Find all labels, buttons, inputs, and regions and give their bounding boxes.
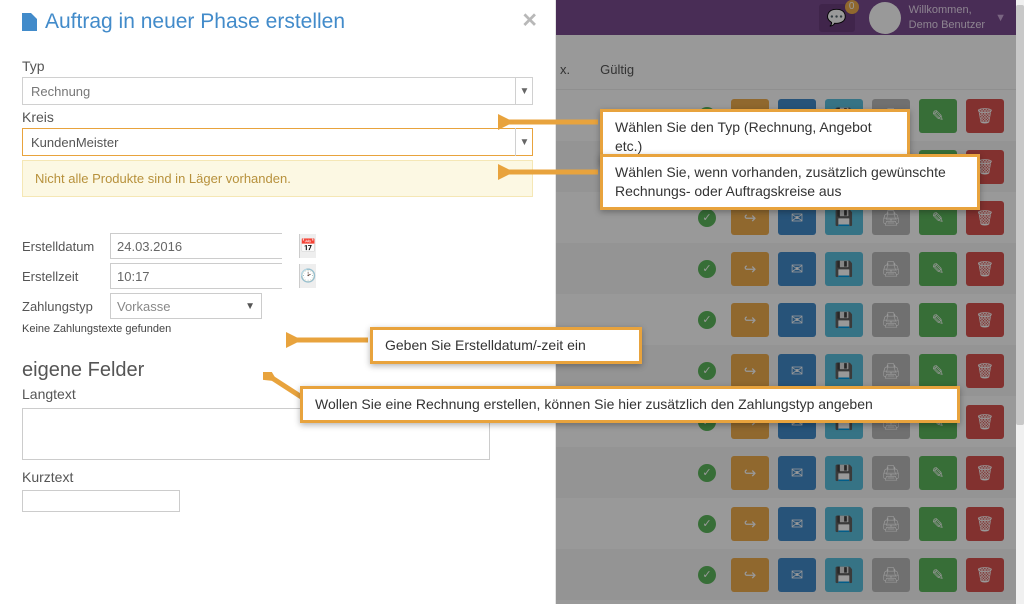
kurztext-label: Kurztext: [22, 469, 533, 485]
document-icon: [22, 13, 37, 31]
chevron-down-icon: ▼: [245, 301, 255, 312]
chevron-down-icon: ▼: [515, 77, 533, 105]
scrollbar[interactable]: [1016, 0, 1024, 604]
modal-backdrop: [556, 0, 1016, 604]
annotation-kreis: Wählen Sie, wenn vorhanden, zusätzlich g…: [600, 154, 980, 210]
annotation-zahlung: Wollen Sie eine Rechnung erstellen, könn…: [300, 386, 960, 423]
annotation-datum: Geben Sie Erstelldatum/-zeit ein: [370, 327, 642, 364]
typ-label: Typ: [22, 58, 533, 74]
modal-create-order: × Auftrag in neuer Phase erstellen Typ R…: [0, 0, 556, 604]
zahlungstyp-select[interactable]: Vorkasse ▼: [110, 293, 262, 319]
erstelldatum-input[interactable]: 📅: [110, 233, 282, 259]
arrow-icon: [498, 162, 602, 182]
erstelldatum-label: Erstelldatum: [22, 239, 110, 254]
kurztext-input[interactable]: [22, 490, 180, 512]
calendar-icon[interactable]: 📅: [299, 234, 316, 258]
scrollbar-thumb[interactable]: [1016, 5, 1024, 425]
erstellzeit-label: Erstellzeit: [22, 269, 110, 284]
arrow-icon: [498, 112, 602, 132]
warning-box: Nicht alle Produkte sind in Läger vorhan…: [22, 160, 533, 197]
erstellzeit-input[interactable]: 🕑: [110, 263, 282, 289]
kreis-select[interactable]: KundenMeister ▼: [22, 128, 533, 156]
kreis-label: Kreis: [22, 109, 533, 125]
arrow-icon: [286, 330, 372, 350]
modal-title: Auftrag in neuer Phase erstellen: [22, 10, 533, 34]
chevron-down-icon: ▼: [515, 128, 533, 156]
close-icon[interactable]: ×: [522, 6, 537, 35]
zahlungstyp-label: Zahlungstyp: [22, 299, 110, 314]
typ-select[interactable]: Rechnung ▼: [22, 77, 533, 105]
clock-icon[interactable]: 🕑: [299, 264, 316, 288]
